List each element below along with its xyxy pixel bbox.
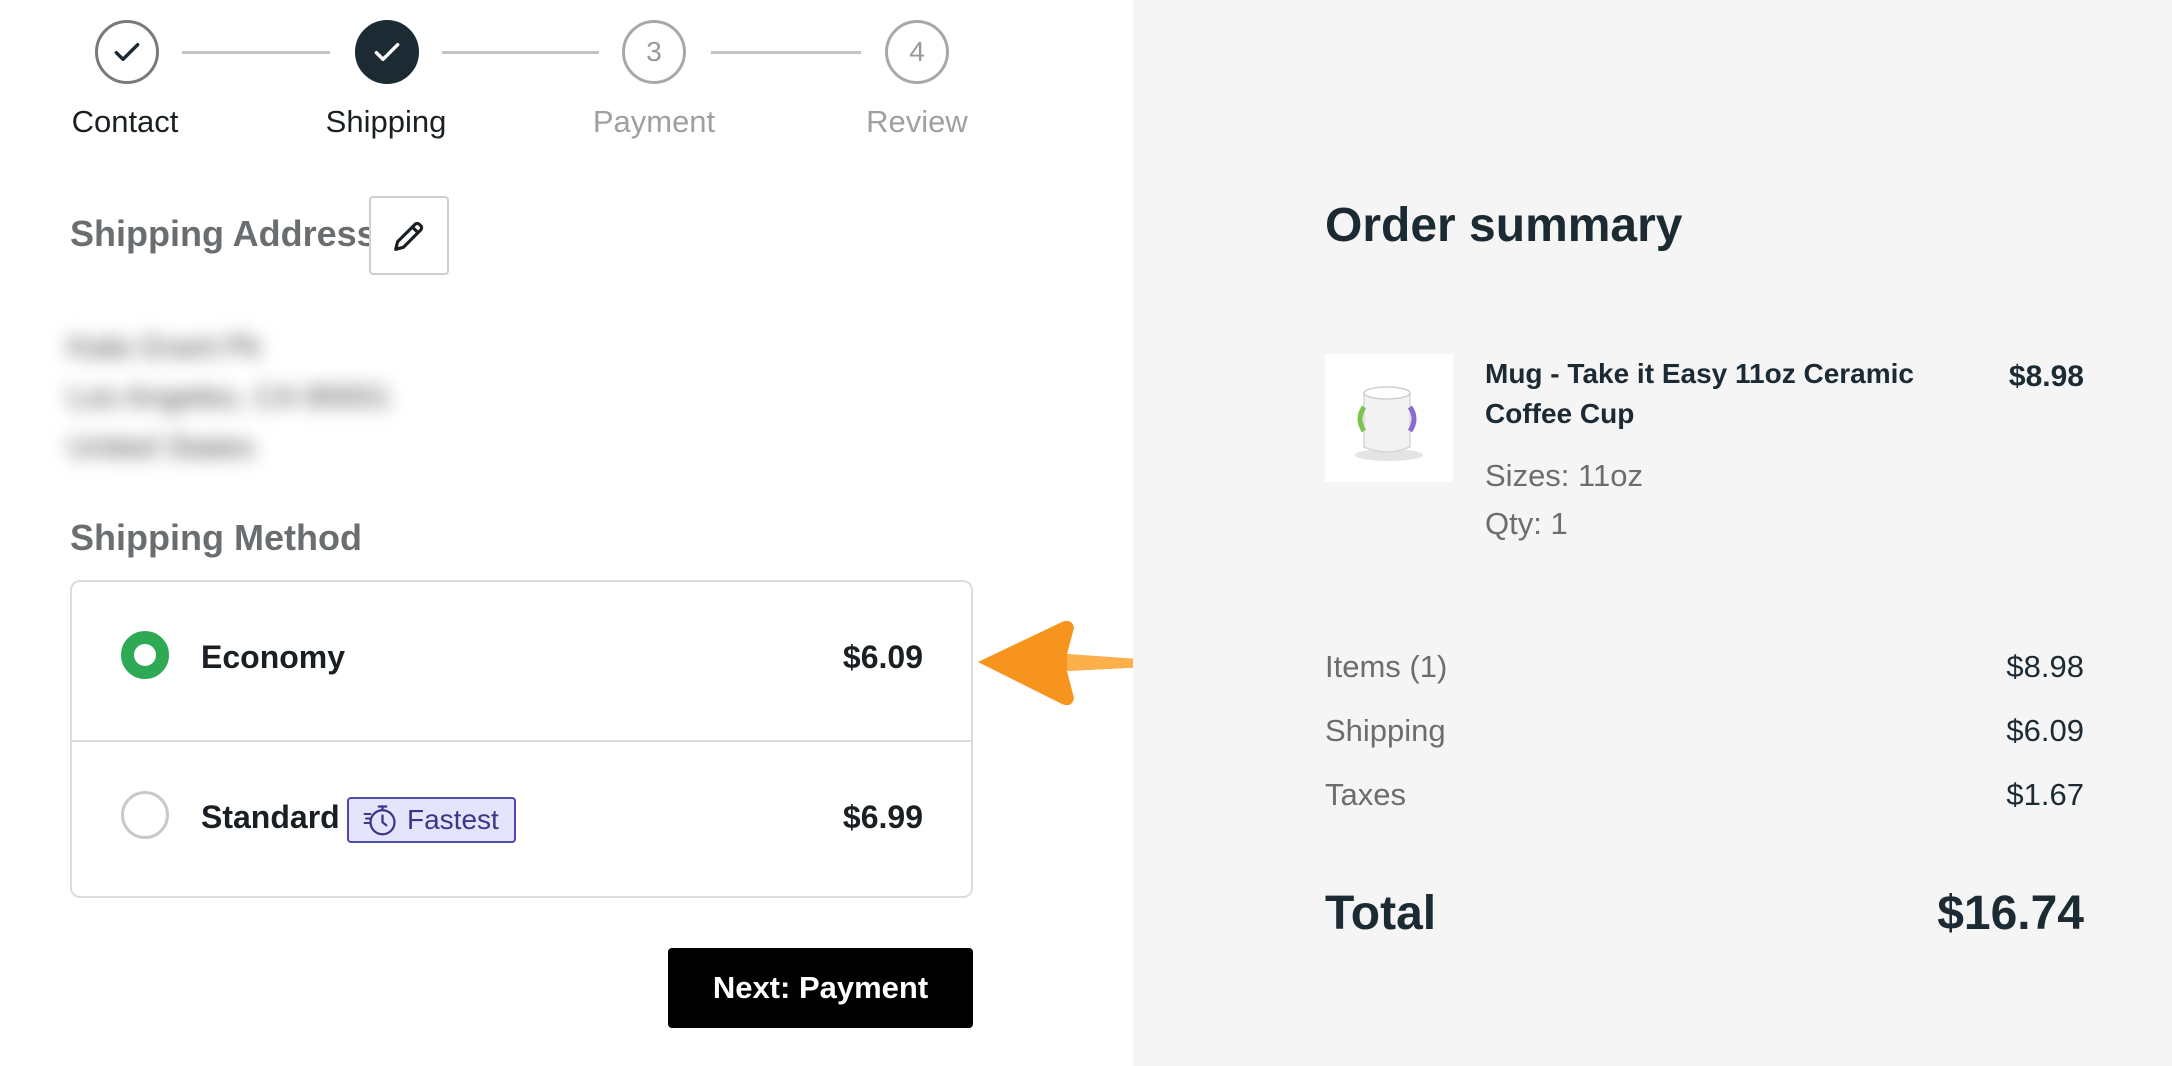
summary-label: Shipping: [1325, 713, 1446, 748]
badge-label: Fastest: [407, 804, 499, 835]
total-value: $16.74: [1937, 887, 2084, 940]
product-price: $8.98: [2008, 360, 2084, 393]
shipping-option-standard[interactable]: Standard Fastest $6.99: [72, 740, 971, 896]
summary-total: Total $16.74: [1325, 886, 2084, 941]
checkout-stepper: 3 4 Contact Shipping Payment Review: [0, 0, 1133, 160]
step-label-payment: Payment: [592, 104, 716, 139]
method-name: Economy: [201, 639, 346, 675]
method-price: $6.99: [842, 799, 923, 835]
mug-image: [1355, 386, 1423, 461]
step-contact-circle[interactable]: [95, 20, 159, 84]
shipping-method-list: Economy $6.09 Standard Fastest $6.99: [70, 580, 973, 898]
next-payment-button[interactable]: Next: Payment: [668, 948, 973, 1028]
edit-address-button[interactable]: [369, 196, 449, 275]
stepper-connector: [182, 51, 330, 54]
address-line: Los Angeles, CA 90001: [68, 379, 391, 414]
summary-row-shipping: Shipping $6.09: [1325, 713, 2084, 749]
step-label-shipping[interactable]: Shipping: [326, 104, 447, 140]
shipping-option-economy[interactable]: Economy $6.09: [72, 582, 971, 740]
summary-value: $1.67: [2006, 777, 2084, 812]
summary-value: $6.09: [2006, 713, 2084, 748]
product-thumbnail: [1325, 354, 1453, 482]
summary-label: Taxes: [1325, 777, 1406, 812]
checkmark-icon: [374, 42, 400, 62]
order-summary-panel: Order summary Mug - Take it Easy 11oz Ce…: [1133, 0, 2172, 1066]
stepper-connector: [442, 51, 599, 54]
step-shipping-circle[interactable]: [355, 20, 419, 84]
step-number: 3: [646, 36, 662, 67]
method-price: $6.09: [842, 639, 923, 675]
step-review-circle: 4: [885, 20, 949, 84]
method-name: Standard: [201, 799, 340, 835]
economy-radio[interactable]: [121, 631, 169, 679]
checkout-form-panel: 3 4 Contact Shipping Payment Review Ship…: [0, 0, 1208, 1066]
shipping-address-text: Kala Grant Pk Los Angeles, CA 90001 Unit…: [68, 322, 390, 472]
address-line: United States: [68, 429, 255, 464]
product-qty: Qty: 1: [1485, 506, 1568, 541]
order-summary-title: Order summary: [1325, 199, 1683, 252]
pencil-icon: [394, 221, 424, 251]
stepper-connector: [711, 51, 861, 54]
summary-row-taxes: Taxes $1.67: [1325, 777, 2084, 813]
shipping-address-title: Shipping Address: [70, 213, 377, 254]
step-label-review: Review: [866, 104, 968, 139]
shipping-method-title: Shipping Method: [70, 517, 362, 558]
checkout-page: 3 4 Contact Shipping Payment Review Ship…: [0, 0, 2172, 1066]
fastest-badge: Fastest: [347, 797, 516, 843]
summary-value: $8.98: [2006, 649, 2084, 684]
step-payment-circle: 3: [622, 20, 686, 84]
standard-radio[interactable]: [121, 791, 169, 839]
checkmark-icon: [114, 42, 140, 62]
stopwatch-icon: [363, 805, 396, 836]
step-label-contact[interactable]: Contact: [72, 104, 179, 140]
step-number: 4: [909, 36, 925, 67]
address-line: Kala Grant Pk: [68, 329, 261, 364]
summary-row-items: Items (1) $8.98: [1325, 649, 2084, 685]
summary-label: Items (1): [1325, 649, 1448, 684]
product-name: Mug - Take it Easy 11oz Ceramic Coffee C…: [1485, 358, 1914, 429]
product-size: Sizes: 11oz: [1485, 458, 1643, 493]
total-label: Total: [1325, 887, 1437, 940]
